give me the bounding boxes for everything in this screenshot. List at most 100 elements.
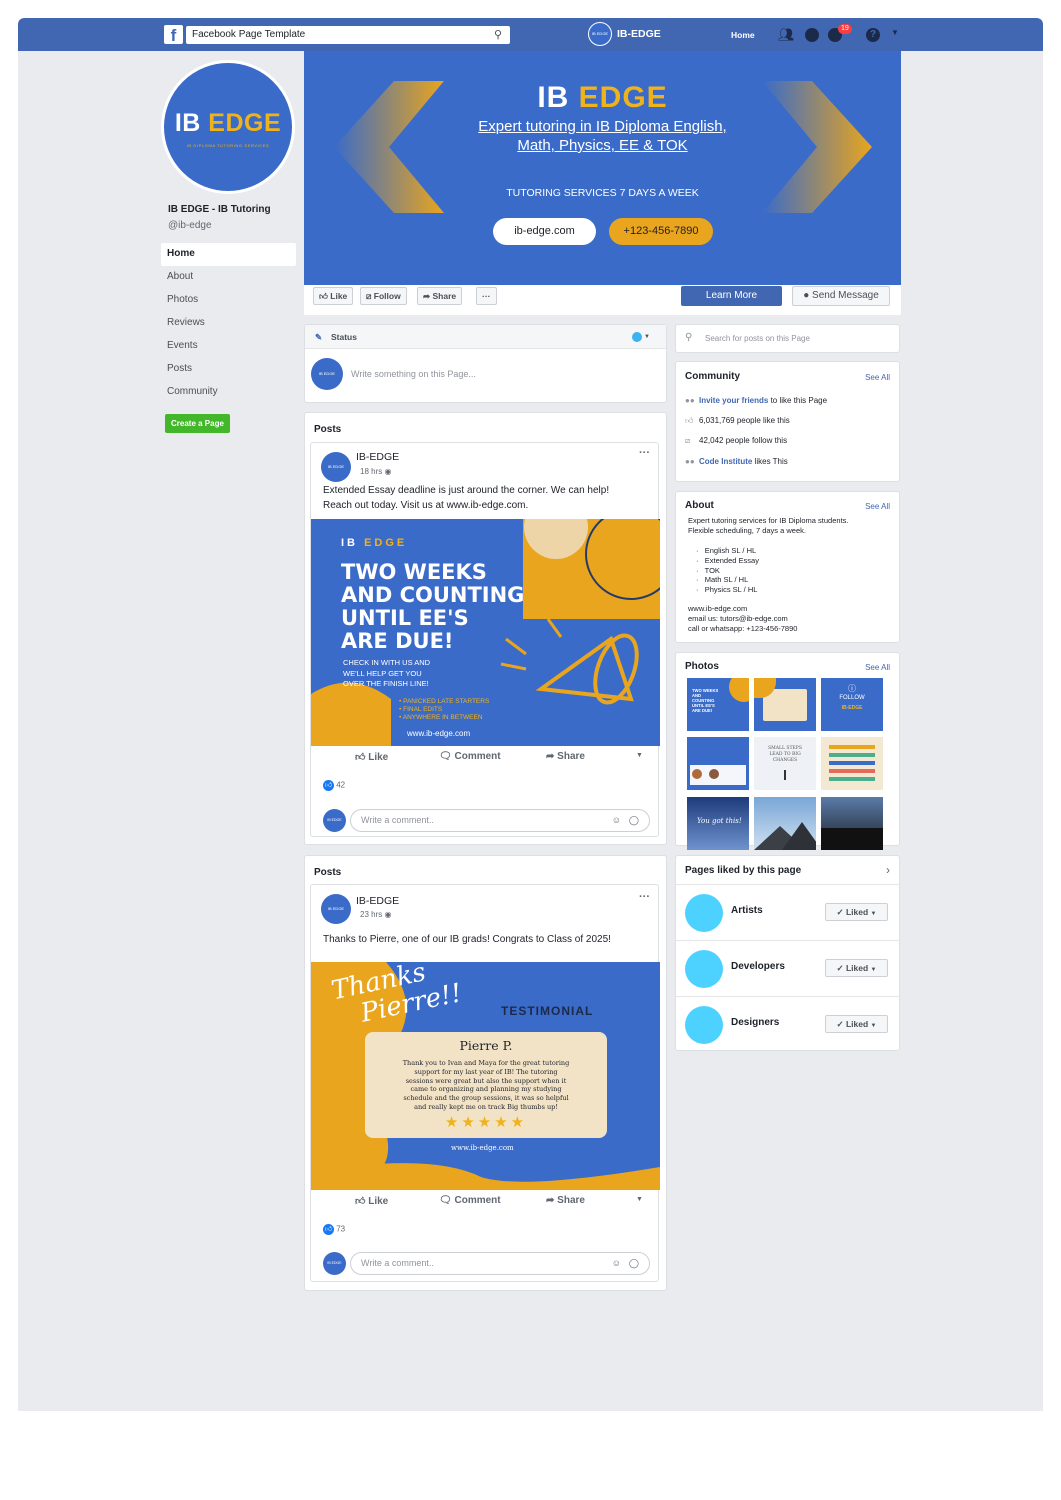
post-timestamp[interactable]: 23 hrs ◉	[360, 910, 391, 919]
home-link[interactable]: Home	[731, 30, 755, 40]
photo-thumbnail[interactable]: SMALL STEPS LEAD TO BIG CHANGES	[754, 737, 816, 790]
phone-button[interactable]: +123-456-7890	[609, 218, 713, 245]
post-author-name[interactable]: IB-EDGE	[356, 895, 399, 907]
cover-photo[interactable]: IB EDGE Expert tutoring in IB Diploma En…	[304, 51, 901, 285]
create-page-button[interactable]: Create a Page	[165, 414, 230, 433]
invite-friends-link[interactable]: Invite your friends	[699, 396, 768, 405]
testimonial-label: TESTIMONIAL	[501, 1004, 594, 1018]
liked-button[interactable]: ✓ Liked ▼	[825, 903, 888, 921]
liked-button[interactable]: ✓ Liked ▼	[825, 1015, 888, 1033]
nav-item-posts[interactable]: Posts	[161, 358, 296, 381]
nav-item-community[interactable]: Community	[161, 381, 296, 404]
post-comment-button[interactable]: 🗨︎ Comment	[439, 751, 501, 762]
post-author-name[interactable]: IB-EDGE	[356, 451, 399, 463]
page-name[interactable]: IB EDGE - IB Tutoring	[168, 204, 296, 215]
liked-page-name[interactable]: Artists	[731, 905, 763, 916]
comment-input[interactable]: Write a comment.. ☺ ◯	[350, 809, 650, 832]
liked-page-avatar[interactable]	[685, 1006, 723, 1044]
community-see-all-link[interactable]: See All	[865, 373, 890, 382]
sticker-icon[interactable]: ◯	[629, 810, 639, 831]
community-title: Community	[685, 371, 740, 382]
liked-button[interactable]: ✓ Liked ▼	[825, 959, 888, 977]
liked-page-avatar[interactable]	[685, 894, 723, 932]
pencil-icon: ✎	[315, 332, 323, 342]
photo-thumbnail[interactable]	[821, 797, 883, 850]
reaction-chevron-icon[interactable]: ▼	[636, 1196, 643, 1203]
website-button[interactable]: ib-edge.com	[493, 218, 596, 245]
search-icon[interactable]: ⚲	[494, 26, 502, 44]
liked-page-avatar[interactable]	[685, 950, 723, 988]
nav-item-photos[interactable]: Photos	[161, 289, 296, 312]
friend-requests-icon[interactable]: 👥︎	[778, 27, 795, 43]
post-comment-button[interactable]: 🗨︎ Comment	[439, 1195, 501, 1206]
post-like-button[interactable]: 👍︎ Like	[355, 751, 388, 763]
page-profile-picture[interactable]: IB EDGE IB DIPLOMA TUTORING SERVICES	[161, 60, 295, 194]
reaction-chevron-icon[interactable]: ▼	[636, 752, 643, 759]
emoji-icon[interactable]: ☺	[612, 1253, 621, 1274]
profile-name-link[interactable]: IB-EDGE	[617, 28, 661, 40]
profile-avatar[interactable]: IB EDGE	[588, 22, 612, 46]
photo-thumbnail[interactable]	[821, 737, 883, 790]
about-see-all-link[interactable]: See All	[865, 502, 890, 511]
post-share-button[interactable]: ➦ Share	[546, 751, 585, 762]
liked-page-row: Developers ✓ Liked ▼	[676, 940, 900, 996]
page-search-input[interactable]: Search for posts on this Page	[705, 334, 810, 343]
nav-item-events[interactable]: Events	[161, 335, 296, 358]
share-page-button[interactable]: ➦ Share	[417, 287, 463, 305]
audience-globe-icon[interactable]	[632, 332, 642, 342]
chevron-right-icon[interactable]: ›	[886, 863, 890, 877]
search-input[interactable]: Facebook Page Template ⚲	[186, 26, 510, 44]
status-tab[interactable]: ✎ Status ▼	[305, 325, 666, 349]
chevron-down-icon: ▼	[870, 967, 877, 973]
nav-item-reviews[interactable]: Reviews	[161, 312, 296, 335]
status-composer: ✎ Status ▼ IB EDGE Write something on th…	[304, 324, 667, 403]
post-reactions[interactable]: 👍︎ 73	[323, 1224, 345, 1235]
follow-button[interactable]: ⧄ Follow	[360, 287, 407, 305]
composer-avatar: IB EDGE	[311, 358, 343, 390]
post-like-button[interactable]: 👍︎ Like	[355, 1195, 388, 1207]
code-institute-link[interactable]: Code Institute	[699, 457, 752, 466]
testimonial-name: Pierre P.	[459, 1038, 513, 1053]
post-reactions[interactable]: 👍︎ 42	[323, 780, 345, 791]
like-page-button[interactable]: 👍︎ Like	[313, 287, 354, 305]
help-icon[interactable]: ?	[866, 28, 880, 42]
messenger-icon[interactable]	[805, 28, 819, 42]
post-image-testimonial[interactable]: Thanks Pierre!! TESTIMONIAL Pierre P. Th…	[311, 962, 660, 1190]
nav-item-home[interactable]: Home	[161, 243, 296, 266]
search-icon: ⚲	[685, 332, 693, 343]
post-timestamp[interactable]: 18 hrs ◉	[360, 467, 391, 476]
send-message-button[interactable]: ● Send Message	[792, 286, 890, 306]
photo-thumbnail[interactable]	[754, 797, 816, 850]
post-image-ee-deadline[interactable]: IB EDGE TWO WEEKS AND COUNTING UNTIL EE'…	[311, 519, 660, 746]
photo-thumbnail[interactable]: You got this!	[687, 797, 749, 850]
chevron-down-icon[interactable]: ▼	[644, 325, 650, 349]
photo-thumbnail[interactable]: ⓘ FOLLOW IB-EDGE	[821, 678, 883, 731]
photo-thumbnail[interactable]: TWO WEEKS AND COUNTING UNTIL EE'S ARE DU…	[687, 678, 749, 731]
composer-input[interactable]: Write something on this Page...	[351, 369, 476, 379]
cover-title: IB EDGE	[537, 81, 668, 114]
post-options-icon[interactable]: ···	[639, 447, 650, 459]
liked-page-row: Designers ✓ Liked ▼	[676, 996, 900, 1052]
posts-section: Posts IB EDGE IB-EDGE 18 hrs ◉ ··· Exten…	[304, 412, 667, 845]
comment-input[interactable]: Write a comment.. ☺ ◯	[350, 1252, 650, 1275]
more-options-button[interactable]: ···	[476, 287, 497, 305]
photo-thumbnail[interactable]	[687, 737, 749, 790]
post-options-icon[interactable]: ···	[639, 891, 650, 903]
facebook-logo-icon[interactable]: f	[164, 25, 183, 45]
about-card: About See All Expert tutoring services f…	[675, 491, 900, 643]
liked-page-name[interactable]: Developers	[731, 961, 785, 972]
sticker-icon[interactable]: ◯	[629, 1253, 639, 1274]
learn-more-button[interactable]: Learn More	[681, 286, 782, 306]
post-author-avatar[interactable]: IB EDGE	[321, 894, 351, 924]
emoji-icon[interactable]: ☺	[612, 810, 621, 831]
nav-item-about[interactable]: About	[161, 266, 296, 289]
page-search-box[interactable]: ⚲ Search for posts on this Page	[675, 324, 900, 353]
post-share-button[interactable]: ➦ Share	[546, 1195, 585, 1206]
photos-see-all-link[interactable]: See All	[865, 663, 890, 672]
post-author-avatar[interactable]: IB EDGE	[321, 452, 351, 482]
account-menu-chevron-icon[interactable]: ▼	[891, 28, 899, 37]
community-card: Community See All ●● Invite your friends …	[675, 361, 900, 482]
liked-page-name[interactable]: Designers	[731, 1017, 779, 1028]
photo-thumbnail[interactable]	[754, 678, 816, 731]
about-contact: www.ib-edge.com email us: tutors@ib-edge…	[688, 604, 798, 633]
